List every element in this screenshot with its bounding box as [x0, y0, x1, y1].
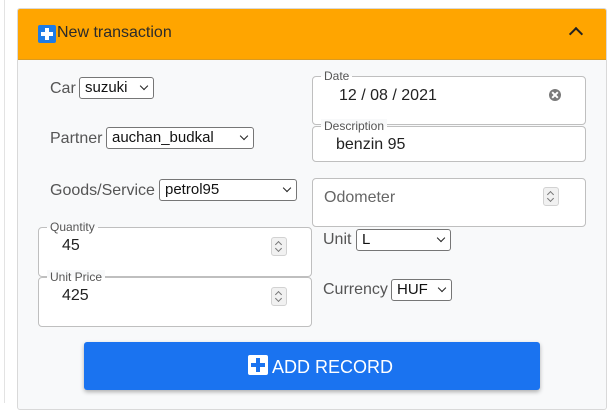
unit-price-value: 425 [62, 287, 89, 304]
chevron-down-icon [436, 233, 446, 243]
unit-price-label: Unit Price [47, 270, 106, 284]
add-record-label: ADD RECORD [272, 357, 394, 377]
partner-select[interactable]: auchan_budkal [106, 127, 254, 149]
partner-value: auchan_budkal [112, 129, 214, 146]
quantity-label: Quantity [47, 220, 98, 234]
panel-title: New transaction [57, 24, 172, 41]
currency-value: HUF [397, 281, 428, 298]
page-divider [4, 0, 5, 403]
currency-select[interactable]: HUF [391, 279, 452, 301]
car-select[interactable]: suzuki [79, 77, 154, 99]
odometer-stepper[interactable] [543, 187, 559, 206]
description-label: Description [321, 119, 388, 133]
unit-value: L [362, 231, 371, 248]
unit-price-field[interactable]: Unit Price 425 [38, 270, 312, 327]
currency-label: Currency [323, 281, 388, 298]
add-icon [248, 355, 268, 375]
chevron-down-icon [282, 183, 292, 193]
chevron-down-icon [139, 81, 149, 91]
chevron-up-icon[interactable] [568, 26, 584, 42]
add-icon [38, 25, 56, 43]
partner-label: Partner [50, 130, 103, 147]
goods-label: Goods/Service [50, 182, 155, 199]
car-label: Car [50, 80, 76, 97]
quantity-stepper[interactable] [271, 237, 287, 256]
date-label: Date [321, 69, 353, 83]
panel-header[interactable]: New transaction [18, 9, 606, 60]
chevron-down-icon [239, 131, 249, 141]
description-field[interactable]: Description benzin 95 [312, 119, 586, 162]
goods-value: petrol95 [165, 181, 220, 198]
new-transaction-panel: New transaction Car suzuki Partner aucha… [17, 8, 607, 410]
odometer-field[interactable]: Odometer [312, 178, 586, 227]
clear-icon[interactable] [549, 89, 561, 101]
date-value: 12 / 08 / 2021 [339, 87, 437, 104]
date-field[interactable]: Date 12 / 08 / 2021 [312, 69, 586, 125]
car-value: suzuki [85, 79, 128, 96]
odometer-placeholder: Odometer [324, 189, 396, 206]
chevron-down-icon [437, 283, 447, 293]
unit-select[interactable]: L [356, 229, 451, 251]
description-value: benzin 95 [336, 136, 406, 153]
quantity-value: 45 [62, 237, 80, 254]
unit-price-stepper[interactable] [271, 287, 287, 306]
unit-label: Unit [323, 231, 352, 248]
add-record-button[interactable]: ADD RECORD [84, 342, 540, 390]
goods-select[interactable]: petrol95 [159, 179, 297, 201]
